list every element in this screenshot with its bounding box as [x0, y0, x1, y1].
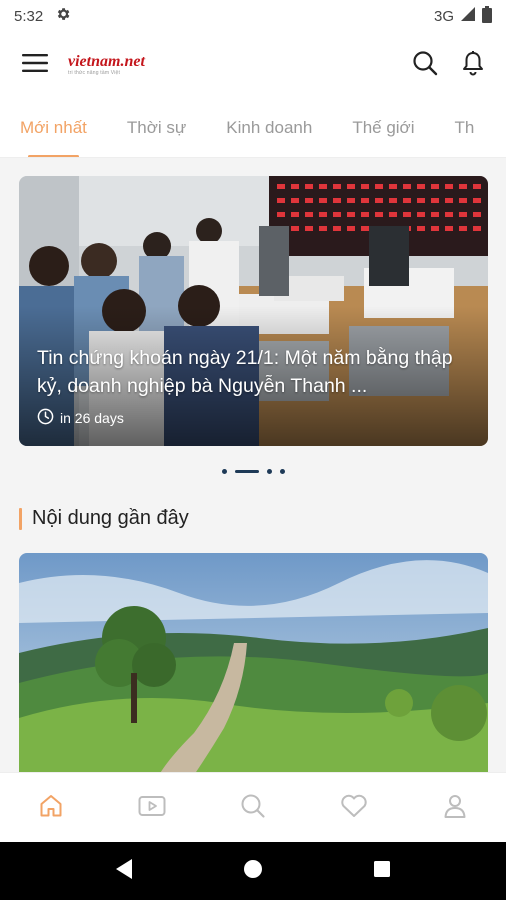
carousel-dot[interactable]: [279, 468, 285, 474]
featured-article-title: Tin chứng khoán ngày 21/1: Một năm bằng …: [37, 347, 453, 397]
search-icon: [240, 793, 266, 824]
article-image: [19, 553, 488, 775]
section-accent-bar: [19, 507, 22, 530]
tab-label: Thời sự: [126, 117, 187, 137]
status-time: 5:32: [14, 7, 44, 25]
back-triangle-icon: [114, 858, 134, 885]
system-back-button[interactable]: [104, 851, 144, 891]
tab-the-gioi[interactable]: Thế giới: [332, 98, 434, 157]
home-icon: [38, 793, 64, 824]
system-navigation-bar: [0, 842, 506, 900]
carousel-dot-active[interactable]: [234, 469, 259, 473]
nav-home[interactable]: [21, 778, 81, 838]
logo-text: vietnam.net: [68, 53, 145, 70]
system-home-button[interactable]: [233, 851, 273, 891]
carousel-indicators[interactable]: [0, 466, 506, 476]
app-logo[interactable]: vietnam.net tri thức nâng tầm Việt: [68, 54, 145, 76]
article-time-text: in 26 days: [60, 410, 124, 426]
tab-moi-nhat[interactable]: Mới nhất: [0, 98, 107, 157]
battery-icon: [482, 5, 492, 27]
recents-square-icon: [373, 860, 391, 883]
tab-kinh-doanh[interactable]: Kinh doanh: [206, 98, 332, 157]
signal-icon: [460, 6, 476, 26]
nav-favorites[interactable]: [324, 778, 384, 838]
tab-label: Thế giới: [352, 117, 415, 137]
nav-profile[interactable]: [425, 778, 485, 838]
article-card[interactable]: [19, 553, 488, 775]
tab-label: Mới nhất: [20, 117, 87, 137]
category-tabs: Mới nhất Thời sự Kinh doanh Thế giới Th: [0, 98, 506, 158]
search-icon: [412, 50, 438, 81]
featured-article-card[interactable]: Tin chứng khoán ngày 21/1: Một năm bằng …: [19, 176, 488, 446]
section-header: Nội dung gần đây: [19, 507, 189, 530]
section-title: Nội dung gần đây: [32, 507, 189, 529]
nav-video[interactable]: [122, 778, 182, 838]
settings-gear-icon: [55, 6, 71, 26]
home-circle-icon: [243, 859, 263, 884]
search-button[interactable]: [410, 50, 440, 80]
logo-tagline: tri thức nâng tầm Việt: [68, 70, 121, 76]
bell-icon: [462, 50, 484, 81]
carousel-dot[interactable]: [266, 468, 272, 474]
bottom-navigation: [0, 772, 506, 843]
system-recents-button[interactable]: [362, 851, 402, 891]
status-bar: 5:32 3G: [0, 0, 506, 32]
tab-next-partial[interactable]: Th: [435, 98, 495, 157]
user-icon: [443, 793, 467, 824]
nav-search[interactable]: [223, 778, 283, 838]
tab-label: Kinh doanh: [226, 117, 313, 137]
clock-icon: [37, 408, 54, 428]
hamburger-menu-icon: [22, 53, 48, 78]
menu-button[interactable]: [18, 48, 52, 82]
header-actions: [410, 50, 488, 80]
heart-icon: [340, 794, 368, 823]
tab-thoi-su[interactable]: Thời sự: [107, 98, 206, 157]
carousel-dot[interactable]: [221, 468, 227, 474]
status-left: 5:32: [14, 6, 71, 26]
app-header: vietnam.net tri thức nâng tầm Việt: [0, 32, 506, 98]
tab-label: Th: [454, 117, 475, 137]
featured-article-time: in 26 days: [37, 408, 124, 428]
network-type: 3G: [433, 7, 454, 25]
notifications-button[interactable]: [458, 50, 488, 80]
status-right: 3G: [433, 5, 492, 27]
video-play-icon: [138, 795, 166, 822]
